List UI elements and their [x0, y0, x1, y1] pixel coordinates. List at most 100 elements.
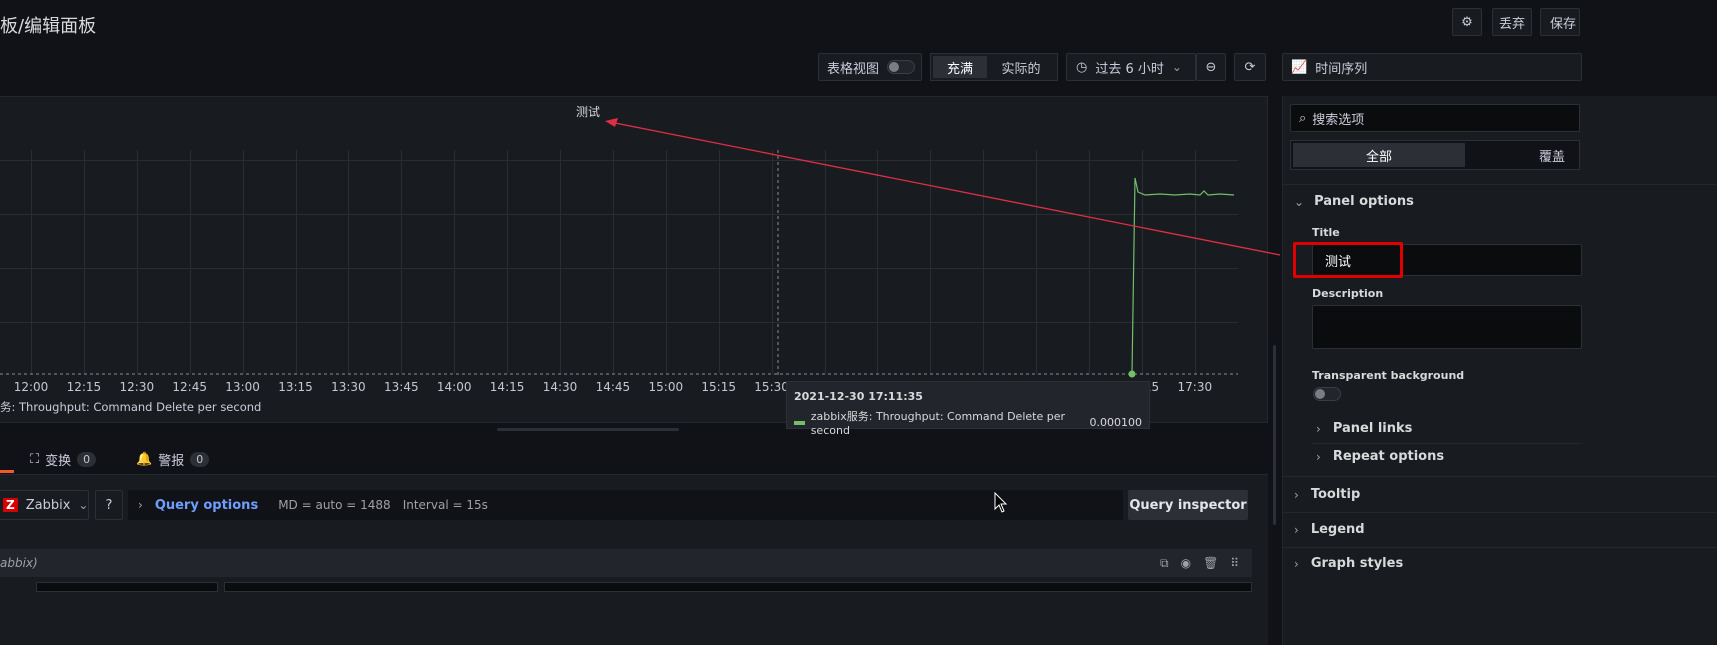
- visualization-label: 时间序列: [1315, 61, 1368, 77]
- annotation-arrow: [609, 121, 1281, 256]
- table-view-label: 表格视图: [827, 61, 880, 77]
- chevron-right-icon: ›: [1294, 522, 1299, 537]
- query-row-header[interactable]: abbix): [0, 549, 1252, 577]
- legend-section-header[interactable]: › Legend: [1294, 522, 1365, 537]
- pane-resize-handle[interactable]: [497, 428, 679, 431]
- transform-count-badge: 0: [77, 452, 97, 467]
- transparent-background-switch[interactable]: [1313, 387, 1341, 401]
- table-view-toggle[interactable]: 表格视图: [818, 53, 922, 81]
- search-options-input[interactable]: ⌕ 搜索选项: [1290, 104, 1580, 132]
- query-inspector-button[interactable]: Query inspector: [1128, 490, 1248, 520]
- zoom-out-icon: ⊖: [1205, 59, 1217, 75]
- divider: [1282, 184, 1717, 185]
- legend-section-title: Legend: [1310, 522, 1365, 537]
- query-actions: ⧉ ◉ 🗑 ⠿: [1160, 556, 1239, 571]
- tooltip-section-header[interactable]: › Tooltip: [1294, 487, 1360, 502]
- drag-handle-icon[interactable]: ⠿: [1230, 556, 1239, 571]
- query-field-1[interactable]: [36, 582, 218, 592]
- legend-label: 务: Throughput: Command Delete per second: [0, 400, 262, 414]
- graph-styles-section-header[interactable]: › Graph styles: [1294, 556, 1403, 571]
- divider: [1312, 443, 1582, 444]
- divider: [1282, 547, 1717, 548]
- fill-actual-group: 充满 实际的: [930, 53, 1058, 81]
- refresh-icon: ⟳: [1244, 59, 1256, 75]
- datasource-label: Zabbix: [25, 497, 71, 513]
- chevron-down-icon: ⌄: [78, 498, 89, 512]
- search-icon: ⌕: [1299, 110, 1307, 126]
- query-name: abbix): [0, 556, 38, 570]
- settings-button[interactable]: ⚙: [1452, 8, 1482, 36]
- datasource-picker[interactable]: Z Zabbix ⌄: [0, 490, 89, 520]
- panel-links-title: Panel links: [1332, 421, 1413, 436]
- tab-override[interactable]: 覆盖: [1467, 143, 1577, 167]
- tooltip-value: 0.000100: [1089, 416, 1143, 429]
- interval-text: Interval = 15s: [402, 498, 488, 512]
- query-options-bar[interactable]: › Query options MD = auto = 1488 Interva…: [128, 490, 1123, 520]
- save-button[interactable]: 保存: [1540, 8, 1580, 36]
- options-tabs: 全部 覆盖: [1290, 140, 1580, 170]
- zabbix-logo-icon: Z: [3, 498, 18, 512]
- tooltip-series-swatch: [794, 420, 805, 425]
- chevron-down-icon: ⌄: [1171, 60, 1182, 74]
- tab-transform[interactable]: ⛶ 变换 0: [30, 450, 97, 469]
- eye-icon[interactable]: ◉: [1181, 556, 1191, 571]
- question-icon: ?: [105, 497, 113, 513]
- help-button[interactable]: ?: [95, 490, 123, 520]
- chevron-down-icon: ⌄: [1294, 194, 1305, 209]
- annotation-arrowhead: [605, 118, 618, 127]
- query-field-2[interactable]: [224, 582, 1252, 592]
- trash-icon[interactable]: 🗑: [1203, 556, 1218, 571]
- transform-icon: ⛶: [30, 452, 40, 467]
- tab-transform-label: 变换: [45, 454, 72, 469]
- discard-button[interactable]: 丢弃: [1492, 8, 1532, 36]
- mouse-cursor-icon: [994, 492, 1008, 513]
- divider: [1282, 512, 1717, 513]
- bell-icon: 🔔: [136, 452, 153, 467]
- copy-icon[interactable]: ⧉: [1160, 556, 1169, 571]
- tab-alert[interactable]: 🔔 警报 0: [136, 450, 210, 469]
- panel-options-header[interactable]: ⌄ Panel options: [1294, 194, 1414, 209]
- chevron-right-icon: ›: [1316, 421, 1321, 436]
- repeat-options-header[interactable]: › Repeat options: [1316, 449, 1444, 464]
- title-label: Title: [1312, 226, 1340, 239]
- transparent-background-label: Transparent background: [1312, 369, 1465, 382]
- time-range-label: 过去 6 小时: [1095, 61, 1164, 77]
- search-placeholder: 搜索选项: [1312, 112, 1365, 128]
- hover-tooltip: 2021-12-30 17:11:35 zabbix服务: Throughput…: [786, 381, 1150, 437]
- panel-links-header[interactable]: › Panel links: [1316, 421, 1412, 436]
- max-data-points-text: MD = auto = 1488: [278, 498, 391, 512]
- chevron-right-icon: ›: [1294, 556, 1299, 571]
- time-range-picker[interactable]: ◷ 过去 6 小时 ⌄: [1066, 53, 1196, 81]
- visualization-picker[interactable]: 📈 时间序列: [1282, 53, 1582, 81]
- panel-options-title: Panel options: [1314, 194, 1414, 209]
- graph-styles-section-title: Graph styles: [1310, 556, 1404, 571]
- timeseries-icon: 📈: [1291, 59, 1308, 75]
- page-title: 板/编辑面板: [0, 16, 97, 37]
- zoom-out-button[interactable]: ⊖: [1196, 53, 1226, 81]
- description-textarea[interactable]: [1312, 305, 1582, 349]
- table-view-switch[interactable]: [887, 60, 916, 74]
- divider: [1282, 476, 1717, 477]
- chevron-right-icon: ›: [1316, 449, 1321, 464]
- highlight-box: [1293, 242, 1403, 278]
- gear-icon: ⚙: [1461, 14, 1473, 30]
- tooltip-series-name: zabbix服务: Throughput: Command Delete per…: [810, 410, 1065, 437]
- tab-all[interactable]: 全部: [1293, 143, 1465, 167]
- description-label: Description: [1312, 287, 1384, 300]
- legend-item[interactable]: 务: Throughput: Command Delete per second: [0, 399, 261, 415]
- alert-count-badge: 0: [190, 452, 210, 467]
- series-line: [1131, 177, 1235, 375]
- fill-button[interactable]: 充满: [933, 56, 987, 78]
- chevron-right-icon: ›: [138, 498, 143, 512]
- hover-point: [1128, 370, 1136, 378]
- clock-icon: ◷: [1076, 59, 1088, 75]
- scrollbar[interactable]: [1273, 345, 1276, 525]
- refresh-button[interactable]: ⟳: [1234, 53, 1266, 81]
- chevron-right-icon: ›: [1294, 487, 1299, 502]
- repeat-options-title: Repeat options: [1332, 449, 1445, 464]
- query-options-label[interactable]: Query options: [155, 498, 258, 513]
- actual-button[interactable]: 实际的: [989, 56, 1053, 78]
- tooltip-time: 2021-12-30 17:11:35: [794, 390, 923, 403]
- tab-alert-label: 警报: [158, 454, 185, 469]
- tooltip-section-title: Tooltip: [1310, 487, 1361, 502]
